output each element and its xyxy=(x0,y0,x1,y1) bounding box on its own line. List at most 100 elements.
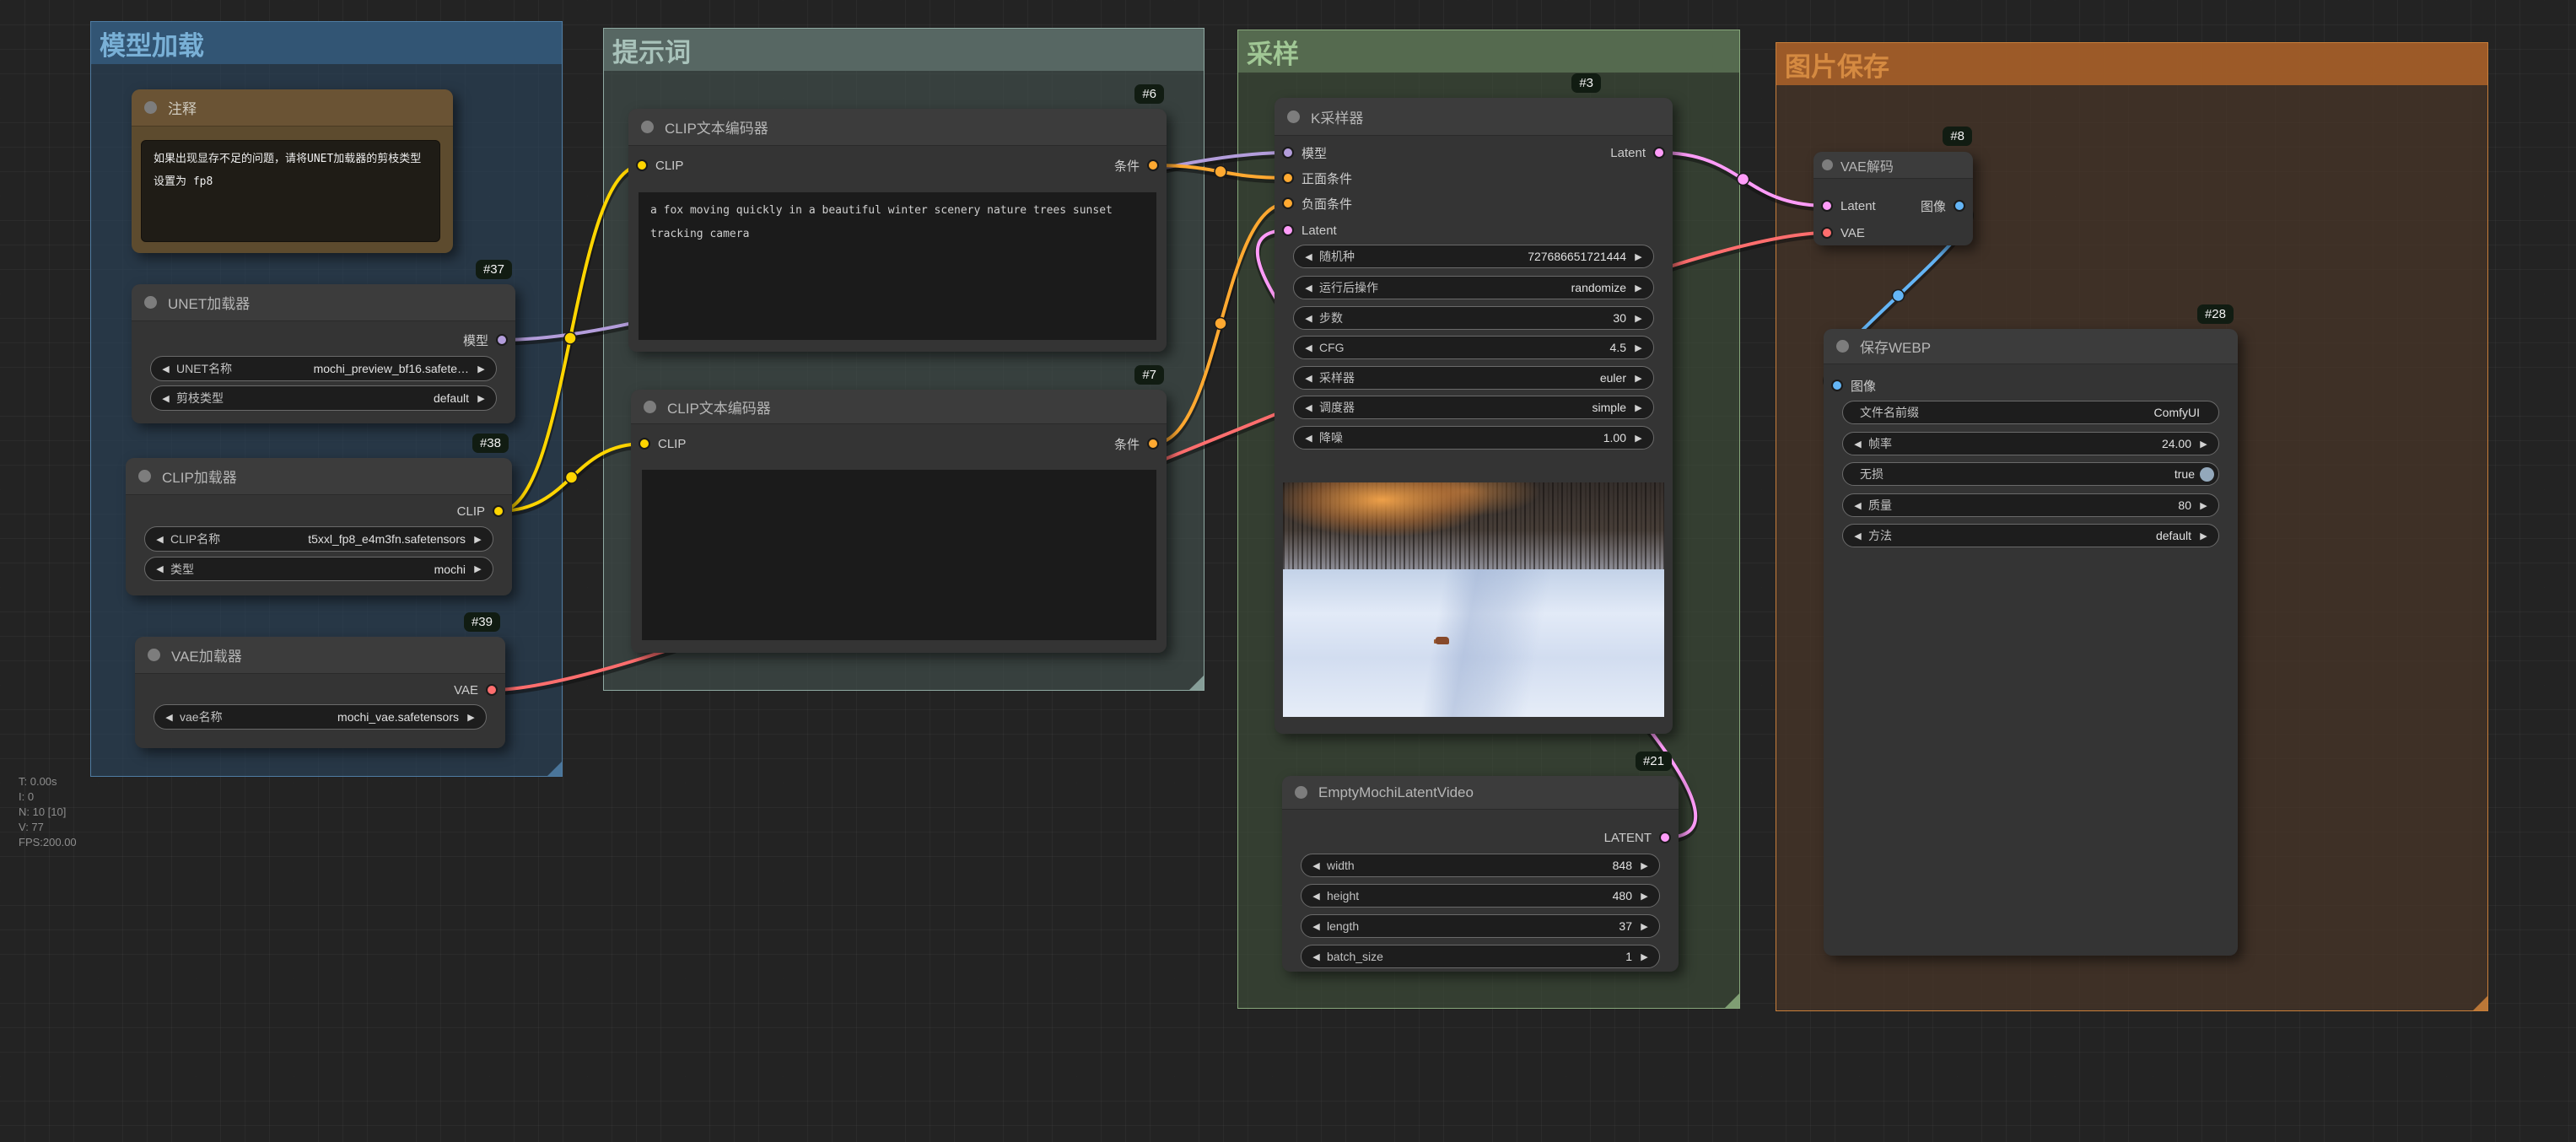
conditioning-output-port[interactable] xyxy=(1147,159,1159,171)
node-note[interactable]: 注释 如果出现显存不足的问题，请将UNET加载器的剪枝类型设置为 fp8 xyxy=(132,89,453,253)
group-prompt-header[interactable]: 提示词 xyxy=(604,29,1204,71)
clip-type-widget[interactable]: ◀ 类型 mochi ▶ xyxy=(144,557,493,581)
decrement-arrow-icon[interactable]: ◀ xyxy=(1309,891,1323,902)
model-input-port[interactable] xyxy=(1282,147,1294,159)
positive-conditioning-input-port[interactable] xyxy=(1282,172,1294,184)
lossless-widget[interactable]: 无损 true xyxy=(1842,462,2219,486)
comfyui-graph-canvas[interactable]: { "icons": { "arrow_left": "◀", "arrow_r… xyxy=(0,0,2576,1142)
decrement-arrow-icon[interactable]: ◀ xyxy=(1301,402,1316,413)
method-widget[interactable]: ◀ 方法 default ▶ xyxy=(1842,524,2219,547)
clip-input-port[interactable] xyxy=(636,159,648,171)
increment-arrow-icon[interactable]: ▶ xyxy=(2196,439,2211,450)
scheduler-widget[interactable]: ◀ 调度器 simple ▶ xyxy=(1293,396,1654,419)
increment-arrow-icon[interactable]: ▶ xyxy=(1631,251,1646,262)
increment-arrow-icon[interactable]: ▶ xyxy=(1631,433,1646,444)
node-vae-loader[interactable]: #39 VAE加载器 VAE ◀ vae名称 mochi_vae.safeten… xyxy=(135,612,505,748)
latent-output-port[interactable] xyxy=(1653,147,1665,159)
increment-arrow-icon[interactable]: ▶ xyxy=(1631,373,1646,384)
decrement-arrow-icon[interactable]: ◀ xyxy=(153,534,167,545)
node-empty-mochi-latent-video[interactable]: #21 EmptyMochiLatentVideo LATENT ◀ width… xyxy=(1282,751,1679,972)
decrement-arrow-icon[interactable]: ◀ xyxy=(159,393,173,404)
increment-arrow-icon[interactable]: ▶ xyxy=(1631,342,1646,353)
clip-name-widget[interactable]: ◀ CLIP名称 t5xxl_fp8_e4m3fn.safetensors ▶ xyxy=(144,526,493,552)
decrement-arrow-icon[interactable]: ◀ xyxy=(1301,313,1316,324)
decrement-arrow-icon[interactable]: ◀ xyxy=(1309,860,1323,871)
lossless-toggle-icon[interactable] xyxy=(2200,466,2214,482)
increment-arrow-icon[interactable]: ▶ xyxy=(1637,860,1652,871)
filename-prefix-widget[interactable]: 文件名前缀 ComfyUI xyxy=(1842,401,2219,424)
decrement-arrow-icon[interactable]: ◀ xyxy=(1301,433,1316,444)
cfg-widget[interactable]: ◀ CFG 4.5 ▶ xyxy=(1293,336,1654,359)
prompt-textarea[interactable] xyxy=(642,470,1156,640)
height-widget[interactable]: ◀ height 480 ▶ xyxy=(1301,884,1660,908)
collapse-dot-icon[interactable] xyxy=(1836,340,1849,353)
collapse-dot-icon[interactable] xyxy=(148,649,160,661)
node-vae-decode[interactable]: #8 VAE解码 Latent VAE 图像 xyxy=(1813,127,1973,245)
decrement-arrow-icon[interactable]: ◀ xyxy=(1851,439,1865,450)
collapse-dot-icon[interactable] xyxy=(138,470,151,482)
decrement-arrow-icon[interactable]: ◀ xyxy=(1301,251,1316,262)
node-clip-text-encode-negative[interactable]: #7 CLIP文本编码器 CLIP 条件 xyxy=(631,365,1167,653)
prompt-textarea[interactable]: a fox moving quickly in a beautiful wint… xyxy=(639,192,1156,340)
increment-arrow-icon[interactable]: ▶ xyxy=(471,563,485,574)
negative-conditioning-input-port[interactable] xyxy=(1282,197,1294,209)
group-sampling-header[interactable]: 采样 xyxy=(1238,30,1739,73)
increment-arrow-icon[interactable]: ▶ xyxy=(471,534,485,545)
clip-input-port[interactable] xyxy=(639,438,650,450)
increment-arrow-icon[interactable]: ▶ xyxy=(1637,951,1652,962)
latent-input-port[interactable] xyxy=(1821,200,1833,212)
node-ksampler[interactable]: #3 K采样器 模型 正面条件 负面条件 Latent Latent ◀ 随机种… xyxy=(1275,73,1673,734)
unet-name-widget[interactable]: ◀ UNET名称 mochi_preview_bf16.safete… ▶ xyxy=(150,356,497,381)
clip-output-port[interactable] xyxy=(493,505,504,517)
increment-arrow-icon[interactable]: ▶ xyxy=(1631,283,1646,294)
node-save-webp[interactable]: #28 保存WEBP 图像 文件名前缀 ComfyUI ◀ 帧率 24.00 ▶… xyxy=(1824,304,2238,956)
collapse-dot-icon[interactable] xyxy=(644,400,656,413)
increment-arrow-icon[interactable]: ▶ xyxy=(2196,500,2211,511)
latent-input-port[interactable] xyxy=(1282,224,1294,236)
image-output-port[interactable] xyxy=(1954,200,1965,212)
node-clip-loader[interactable]: #38 CLIP加载器 CLIP ◀ CLIP名称 t5xxl_fp8_e4m3… xyxy=(126,434,512,595)
collapse-dot-icon[interactable] xyxy=(1822,159,1833,170)
note-text[interactable]: 如果出现显存不足的问题，请将UNET加载器的剪枝类型设置为 fp8 xyxy=(141,140,440,242)
sampler-name-widget[interactable]: ◀ 采样器 euler ▶ xyxy=(1293,366,1654,390)
width-widget[interactable]: ◀ width 848 ▶ xyxy=(1301,854,1660,877)
collapse-dot-icon[interactable] xyxy=(144,296,157,309)
group-image-save-header[interactable]: 图片保存 xyxy=(1776,43,2487,85)
increment-arrow-icon[interactable]: ▶ xyxy=(474,364,488,374)
group-model-load-header[interactable]: 模型加载 xyxy=(91,22,562,64)
decrement-arrow-icon[interactable]: ◀ xyxy=(153,563,167,574)
increment-arrow-icon[interactable]: ▶ xyxy=(1631,402,1646,413)
collapse-dot-icon[interactable] xyxy=(641,121,654,133)
decrement-arrow-icon[interactable]: ◀ xyxy=(1851,500,1865,511)
fps-widget[interactable]: ◀ 帧率 24.00 ▶ xyxy=(1842,432,2219,455)
denoise-widget[interactable]: ◀ 降噪 1.00 ▶ xyxy=(1293,426,1654,450)
increment-arrow-icon[interactable]: ▶ xyxy=(1637,891,1652,902)
vae-input-port[interactable] xyxy=(1821,227,1833,239)
decrement-arrow-icon[interactable]: ◀ xyxy=(159,364,173,374)
model-output-port[interactable] xyxy=(496,334,508,346)
decrement-arrow-icon[interactable]: ◀ xyxy=(1301,373,1316,384)
conditioning-output-port[interactable] xyxy=(1147,438,1159,450)
decrement-arrow-icon[interactable]: ◀ xyxy=(1309,921,1323,932)
vae-output-port[interactable] xyxy=(486,684,498,696)
length-widget[interactable]: ◀ length 37 ▶ xyxy=(1301,914,1660,938)
node-clip-text-encode-positive[interactable]: #6 CLIP文本编码器 CLIP 条件 a fox moving quickl… xyxy=(628,84,1167,352)
latent-output-port[interactable] xyxy=(1659,832,1671,843)
increment-arrow-icon[interactable]: ▶ xyxy=(464,712,478,723)
decrement-arrow-icon[interactable]: ◀ xyxy=(1301,283,1316,294)
control-after-generate-widget[interactable]: ◀ 运行后操作 randomize ▶ xyxy=(1293,276,1654,299)
collapse-dot-icon[interactable] xyxy=(1287,110,1300,123)
vae-name-widget[interactable]: ◀ vae名称 mochi_vae.safetensors ▶ xyxy=(154,704,487,730)
seed-widget[interactable]: ◀ 随机种 727686651721444 ▶ xyxy=(1293,245,1654,268)
decrement-arrow-icon[interactable]: ◀ xyxy=(1301,342,1316,353)
batch-size-widget[interactable]: ◀ batch_size 1 ▶ xyxy=(1301,945,1660,968)
collapse-dot-icon[interactable] xyxy=(1295,786,1307,799)
decrement-arrow-icon[interactable]: ◀ xyxy=(1851,531,1865,541)
increment-arrow-icon[interactable]: ▶ xyxy=(474,393,488,404)
decrement-arrow-icon[interactable]: ◀ xyxy=(1309,951,1323,962)
increment-arrow-icon[interactable]: ▶ xyxy=(1637,921,1652,932)
increment-arrow-icon[interactable]: ▶ xyxy=(1631,313,1646,324)
weight-dtype-widget[interactable]: ◀ 剪枝类型 default ▶ xyxy=(150,385,497,411)
decrement-arrow-icon[interactable]: ◀ xyxy=(162,712,176,723)
node-unet-loader[interactable]: #37 UNET加载器 模型 ◀ UNET名称 mochi_preview_bf… xyxy=(132,260,515,423)
